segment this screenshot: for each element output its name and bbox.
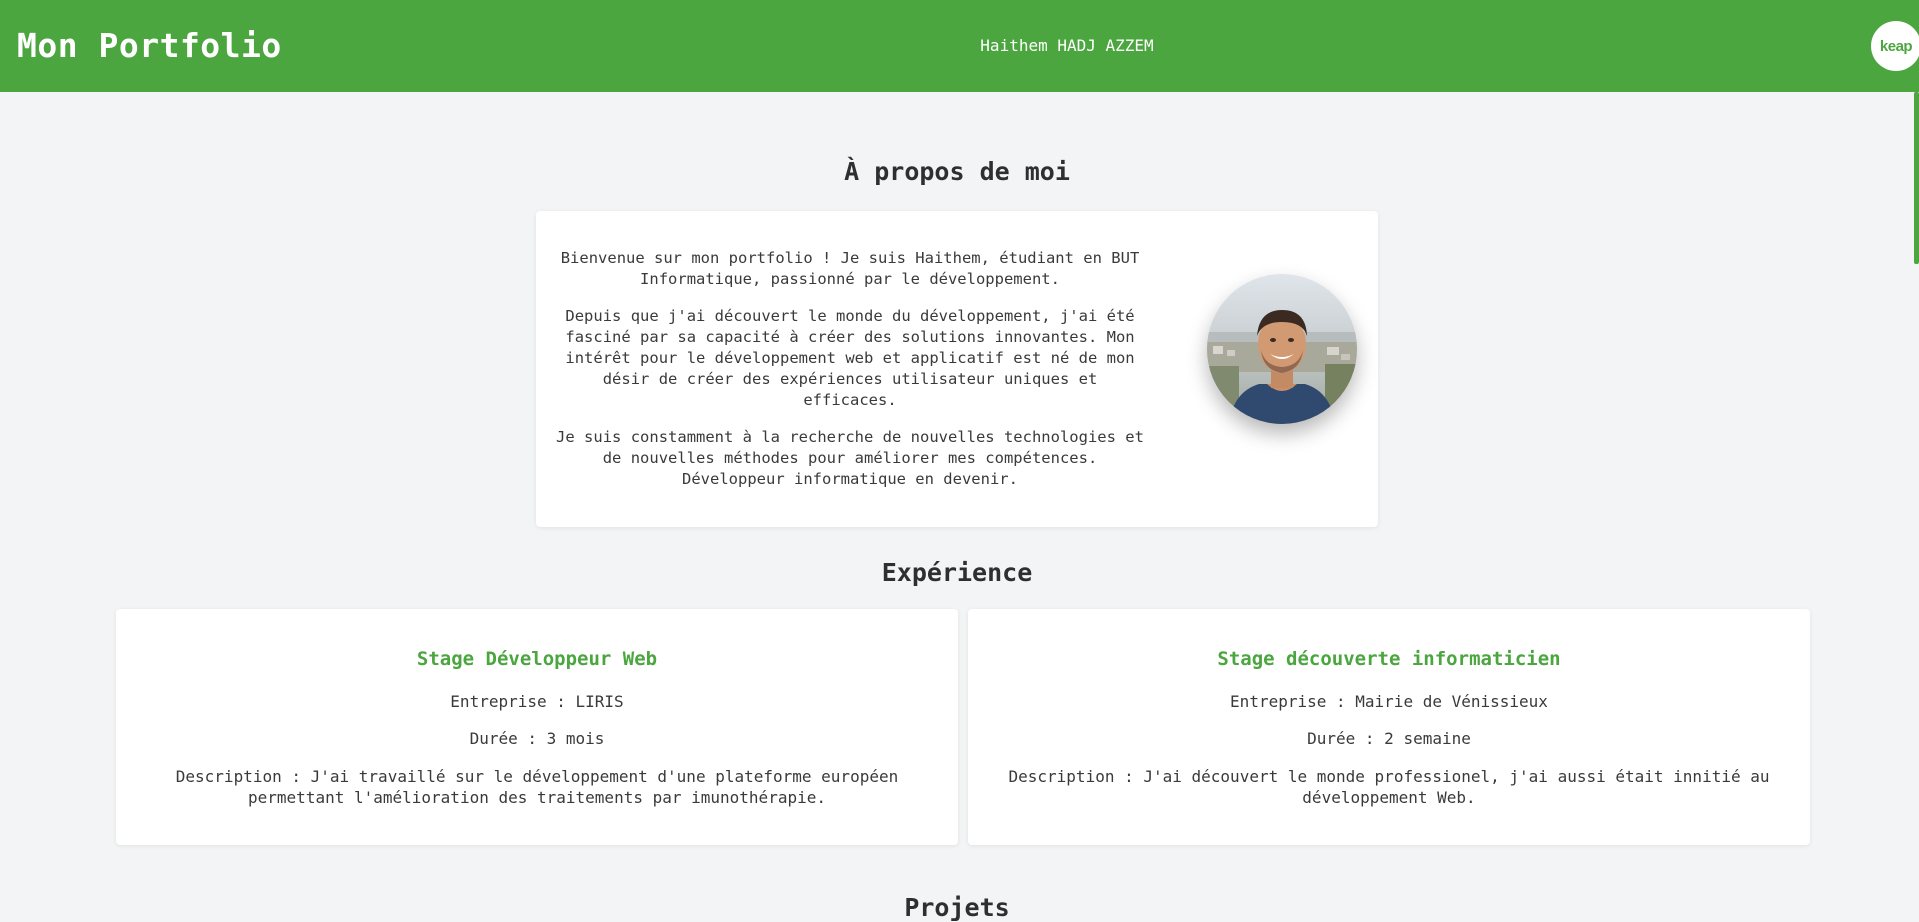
about-text: Bienvenue sur mon portfolio ! Je suis Ha…: [556, 248, 1144, 506]
experience-title: Stage découverte informaticien: [1217, 648, 1561, 670]
page-scrollbar[interactable]: [1914, 92, 1919, 907]
experience-duration: Durée : 3 mois: [469, 729, 605, 748]
experience-heading: Expérience: [881, 558, 1033, 587]
projects-heading: Projets: [904, 893, 1010, 922]
about-card: Bienvenue sur mon portfolio ! Je suis Ha…: [536, 211, 1378, 527]
profile-photo-image: [1207, 274, 1357, 424]
experience-description: Description : J'ai travaillé sur le déve…: [175, 767, 899, 807]
experience-duration: Durée : 2 semaine: [1307, 729, 1471, 748]
experience-company: Entreprise : LIRIS: [450, 692, 624, 711]
author-name: Haithem HADJ AZZEM: [980, 36, 1154, 55]
profile-photo: [1207, 274, 1357, 424]
scrollbar-thumb[interactable]: [1914, 92, 1919, 264]
experience-card: Stage découverte informaticien Entrepris…: [968, 609, 1810, 845]
experience-description: Description : J'ai découvert le monde pr…: [1008, 767, 1770, 807]
site-header: Mon Portfolio Haithem HADJ AZZEM keap: [0, 0, 1919, 92]
keap-logo-button[interactable]: keap: [1871, 21, 1919, 71]
about-paragraph: Depuis que j'ai découvert le monde du dé…: [565, 307, 1135, 409]
about-paragraph: Bienvenue sur mon portfolio ! Je suis Ha…: [560, 249, 1140, 288]
experience-card: Stage Développeur Web Entreprise : LIRIS…: [116, 609, 958, 845]
about-paragraph: Je suis constamment à la recherche de no…: [556, 428, 1144, 488]
experience-title: Stage Développeur Web: [416, 648, 658, 670]
experience-company: Entreprise : Mairie de Vénissieux: [1230, 692, 1548, 711]
about-heading: À propos de moi: [844, 157, 1070, 186]
